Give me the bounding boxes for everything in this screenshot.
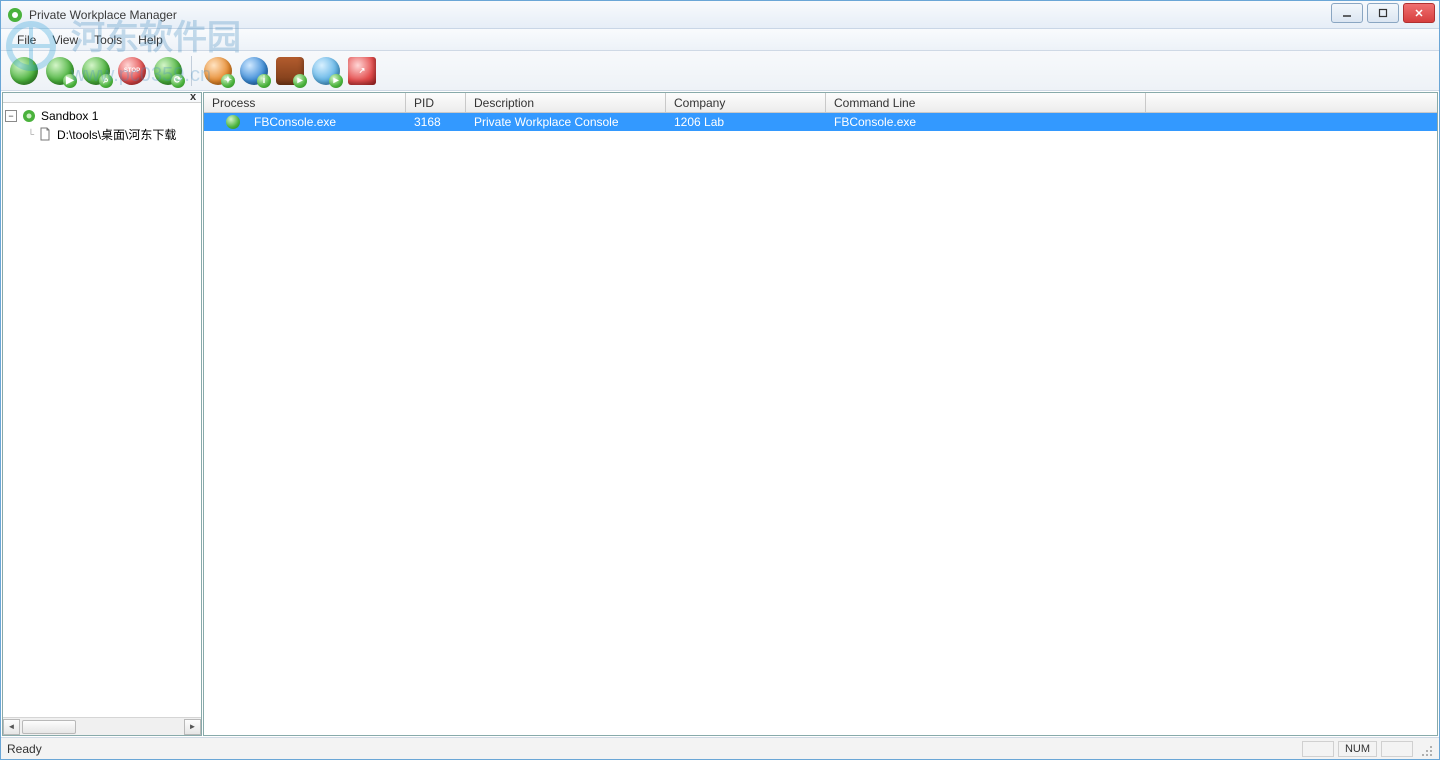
cell-command-line: FBConsole.exe — [826, 115, 1146, 129]
col-company[interactable]: Company — [666, 93, 826, 112]
tree-child-row[interactable]: └ D:\tools\桌面\河东下载 — [5, 125, 199, 143]
scroll-left-icon[interactable]: ◄ — [3, 719, 20, 735]
menu-bar: File View Tools Help — [1, 29, 1439, 51]
process-row[interactable]: FBConsole.exe 3168 Private Workplace Con… — [204, 113, 1437, 131]
tree-header: x — [3, 93, 201, 103]
tree-child-label: D:\tools\桌面\河东下载 — [57, 126, 176, 143]
cell-description: Private Workplace Console — [466, 115, 666, 129]
box-icon — [10, 57, 38, 85]
row-icon-cell — [204, 115, 246, 129]
scroll-right-icon[interactable]: ► — [184, 719, 201, 735]
tree-body[interactable]: − Sandbox 1 └ D:\tools\桌面\河东下载 — [3, 103, 201, 717]
close-button[interactable] — [1403, 3, 1435, 23]
status-cell-empty-1 — [1302, 741, 1334, 757]
pdf-icon: ↗ — [348, 57, 376, 85]
document-icon — [37, 126, 53, 142]
status-bar: Ready NUM — [1, 737, 1439, 759]
tb-pdf[interactable]: ↗ — [345, 54, 379, 88]
tree-hscrollbar[interactable]: ◄ ► — [3, 717, 201, 735]
cell-pid: 3168 — [406, 115, 466, 129]
cell-company: 1206 Lab — [666, 115, 826, 129]
tree-close-button[interactable]: x — [187, 91, 199, 103]
tb-stop-sandbox[interactable]: STOP — [115, 54, 149, 88]
status-cell-empty-2 — [1381, 741, 1413, 757]
tree-root-row[interactable]: − Sandbox 1 — [5, 107, 199, 125]
status-num: NUM — [1338, 741, 1377, 757]
explore-icon: ⌕ — [82, 57, 110, 85]
tb-catalog[interactable]: ▸ — [273, 54, 307, 88]
process-icon — [226, 115, 240, 129]
col-process[interactable]: Process — [204, 93, 406, 112]
stop-icon: STOP — [118, 57, 146, 85]
tb-new-sandbox[interactable] — [7, 54, 41, 88]
process-list-panel: Process PID Description Company Command … — [203, 92, 1438, 736]
menu-tools[interactable]: Tools — [86, 30, 130, 50]
col-pid[interactable]: PID — [406, 93, 466, 112]
resize-grip-icon[interactable] — [1417, 741, 1433, 757]
content-area: x − Sandbox 1 └ D:\tools\桌面\河东下载 — [1, 91, 1439, 737]
play-icon: ▶ — [46, 57, 74, 85]
sandbox-tree-panel: x − Sandbox 1 └ D:\tools\桌面\河东下载 — [2, 92, 202, 736]
menu-help[interactable]: Help — [130, 30, 171, 50]
info-icon: i — [240, 57, 268, 85]
app-icon — [7, 7, 23, 23]
maximize-button[interactable] — [1367, 3, 1399, 23]
tb-settings[interactable]: ✦ — [201, 54, 235, 88]
minimize-button[interactable] — [1331, 3, 1363, 23]
catalog-icon: ▸ — [276, 57, 304, 85]
menu-file[interactable]: File — [9, 30, 44, 50]
tree-collapse-icon[interactable]: − — [5, 110, 17, 122]
window-controls — [1327, 3, 1435, 23]
toolbar: ▶ ⌕ STOP ⟳ ✦ i ▸ ▸ ↗ — [1, 51, 1439, 91]
tb-play-sandbox[interactable]: ▶ — [43, 54, 77, 88]
tree-root-label: Sandbox 1 — [41, 109, 98, 123]
list-header: Process PID Description Company Command … — [204, 93, 1437, 113]
col-command-line[interactable]: Command Line — [826, 93, 1146, 112]
tree-branch-icon: └ — [25, 129, 37, 139]
tb-refresh[interactable]: ⟳ — [151, 54, 185, 88]
sandbox-icon — [21, 108, 37, 124]
menu-view[interactable]: View — [44, 30, 86, 50]
col-description[interactable]: Description — [466, 93, 666, 112]
status-ready: Ready — [7, 742, 42, 756]
globe-icon: ▸ — [312, 57, 340, 85]
scroll-thumb[interactable] — [22, 720, 76, 734]
refresh-icon: ⟳ — [154, 57, 182, 85]
col-filler — [1146, 93, 1437, 112]
tb-info[interactable]: i — [237, 54, 271, 88]
tb-globe[interactable]: ▸ — [309, 54, 343, 88]
toolbar-separator — [191, 56, 195, 86]
settings-icon: ✦ — [204, 57, 232, 85]
cell-process: FBConsole.exe — [246, 115, 406, 129]
window-title: Private Workplace Manager — [29, 8, 177, 22]
list-body[interactable]: FBConsole.exe 3168 Private Workplace Con… — [204, 113, 1437, 735]
title-bar: Private Workplace Manager — [1, 1, 1439, 29]
tb-explore-sandbox[interactable]: ⌕ — [79, 54, 113, 88]
